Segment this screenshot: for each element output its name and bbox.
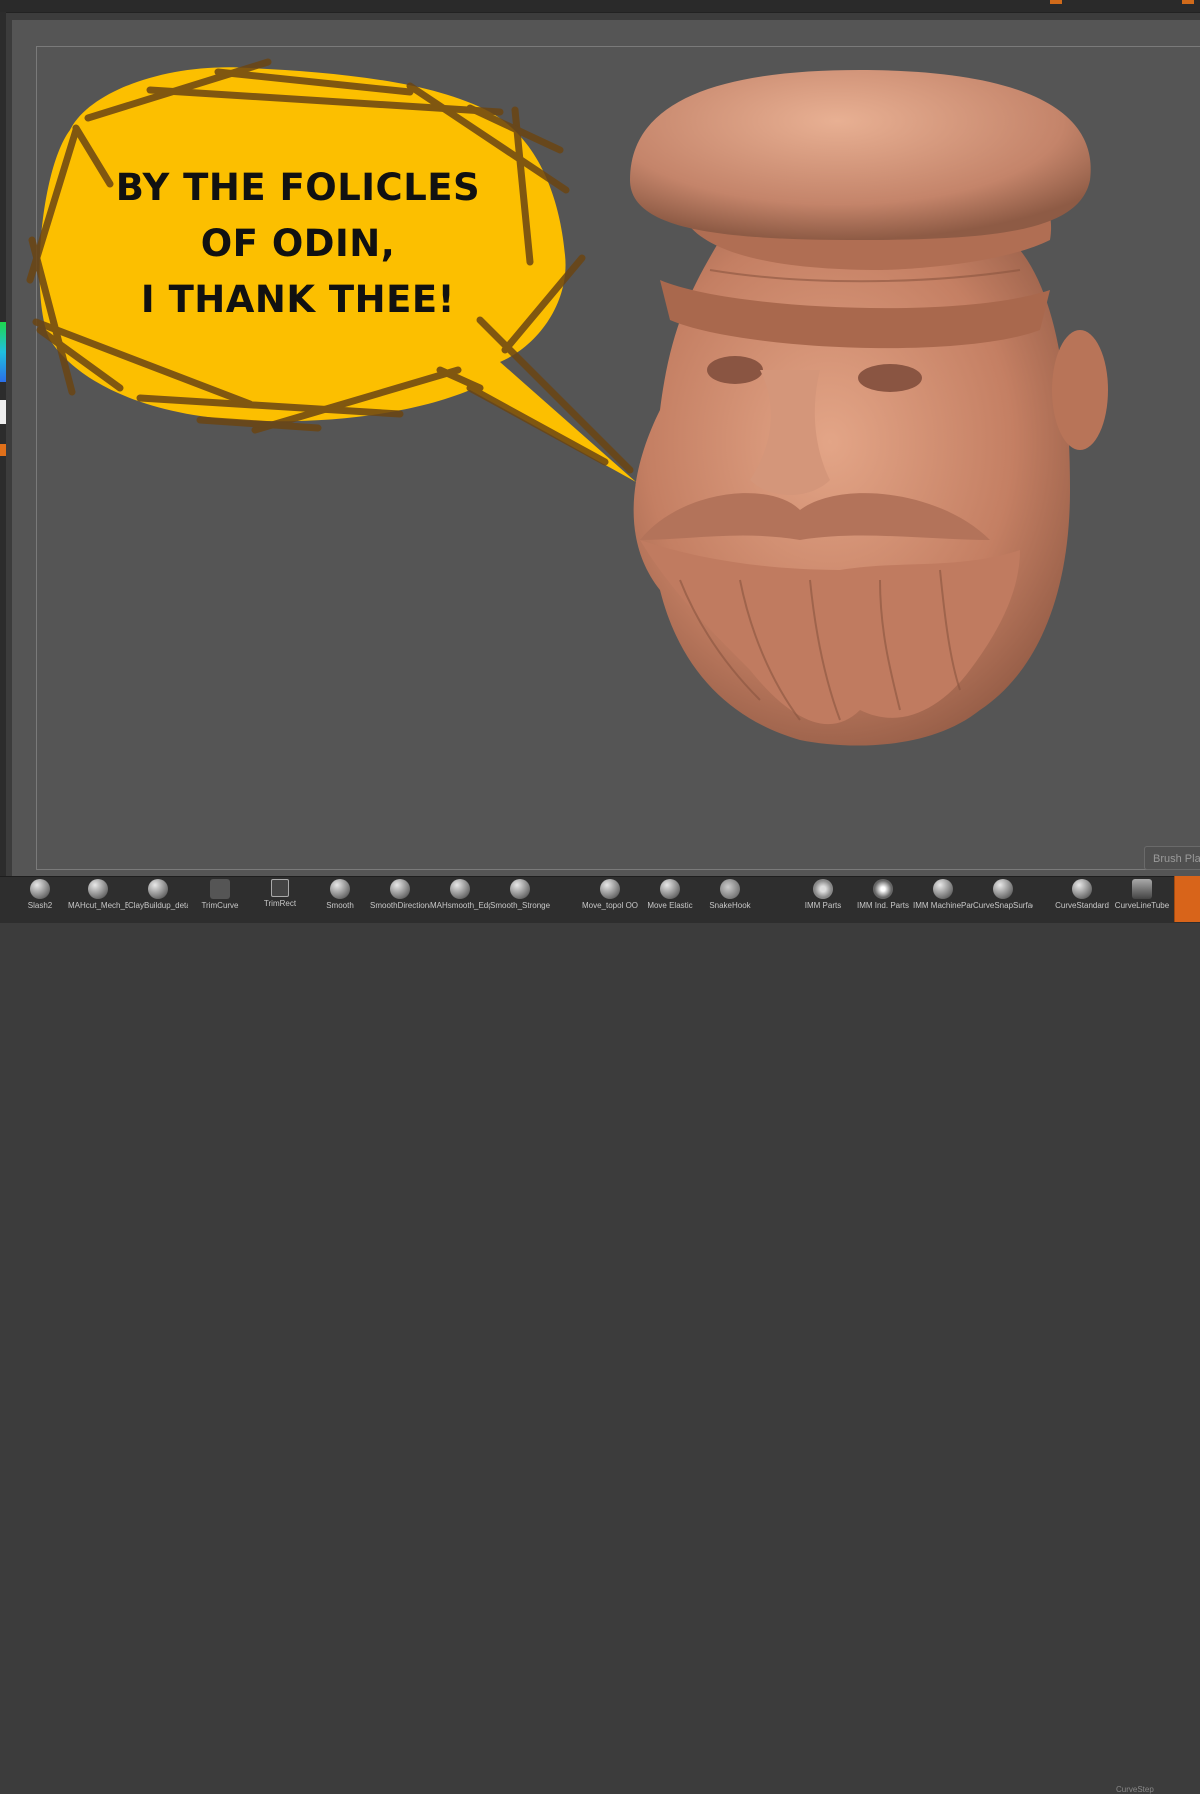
brush-imm-ind-parts[interactable]: IMM Ind. Parts [853, 879, 913, 923]
sphere-icon [1072, 879, 1092, 899]
top-accent-marker [1050, 0, 1062, 4]
parts-icon [813, 879, 833, 899]
sphere-icon [933, 879, 953, 899]
active-brush-indicator[interactable] [1174, 876, 1200, 922]
sculpted-head-model[interactable] [600, 70, 1110, 760]
sphere-icon [993, 879, 1013, 899]
sphere-icon [30, 879, 50, 899]
brush-curvesnapsurface[interactable]: CurveSnapSurfac [973, 879, 1033, 923]
brush-snakehook[interactable]: SnakeHook [700, 879, 760, 923]
brush-mahcut-mech-b[interactable]: MAHcut_Mech_B [68, 879, 128, 923]
brush-imm-parts[interactable]: IMM Parts [793, 879, 853, 923]
speech-line-2: OF ODIN, [200, 222, 396, 265]
brush-move-topological[interactable]: Move_topol OO [580, 879, 640, 923]
brush-smooth-directional[interactable]: SmoothDirectiona [370, 879, 430, 923]
sphere-icon [510, 879, 530, 899]
brush-smooth-stronger[interactable]: Smooth_Stronger [490, 879, 550, 923]
brush-claybuildup-detail[interactable]: ClayBuildup_detai [128, 879, 188, 923]
brush-curvelinetube[interactable]: CurveLineTube [1112, 879, 1172, 923]
speech-line-1: BY THE FOLICLES [115, 166, 481, 209]
sphere-icon [660, 879, 680, 899]
sphere-icon [390, 879, 410, 899]
brush-smooth[interactable]: Smooth [310, 879, 370, 923]
sphere-icon [148, 879, 168, 899]
brush-move-elastic[interactable]: Move Elastic [640, 879, 700, 923]
brush-slash2[interactable]: Slash2 [10, 879, 70, 923]
rect-icon [271, 879, 289, 897]
sphere-icon [88, 879, 108, 899]
speech-line-3: I THANK THEE! [140, 278, 456, 321]
sphere-icon [600, 879, 620, 899]
brush-trimrect[interactable]: TrimRect [250, 879, 310, 923]
sphere-icon [450, 879, 470, 899]
top-accent-marker-right [1182, 0, 1194, 4]
brush-imm-machineparts[interactable]: IMM MachinePar! [913, 879, 973, 923]
hook-icon [720, 879, 740, 899]
brush-trimcurve[interactable]: TrimCurve [190, 879, 250, 923]
curve-icon [210, 879, 230, 899]
brush-mahsmooth-edge[interactable]: MAHsmooth_Edge [430, 879, 490, 923]
brush-shelf: Slash2 MAHcut_Mech_B ClayBuildup_detai T… [0, 876, 1200, 1794]
sphere-icon [330, 879, 350, 899]
brush-plate-tab[interactable]: Brush Pla [1144, 846, 1200, 870]
parts-icon [873, 879, 893, 899]
brush-curvestandard[interactable]: CurveStandard [1052, 879, 1112, 923]
speech-bubble-text: BY THE FOLICLES OF ODIN, I THANK THEE! [98, 160, 498, 328]
tube-icon [1132, 879, 1152, 899]
curvestep-label: CurveStep [1116, 1785, 1154, 1794]
